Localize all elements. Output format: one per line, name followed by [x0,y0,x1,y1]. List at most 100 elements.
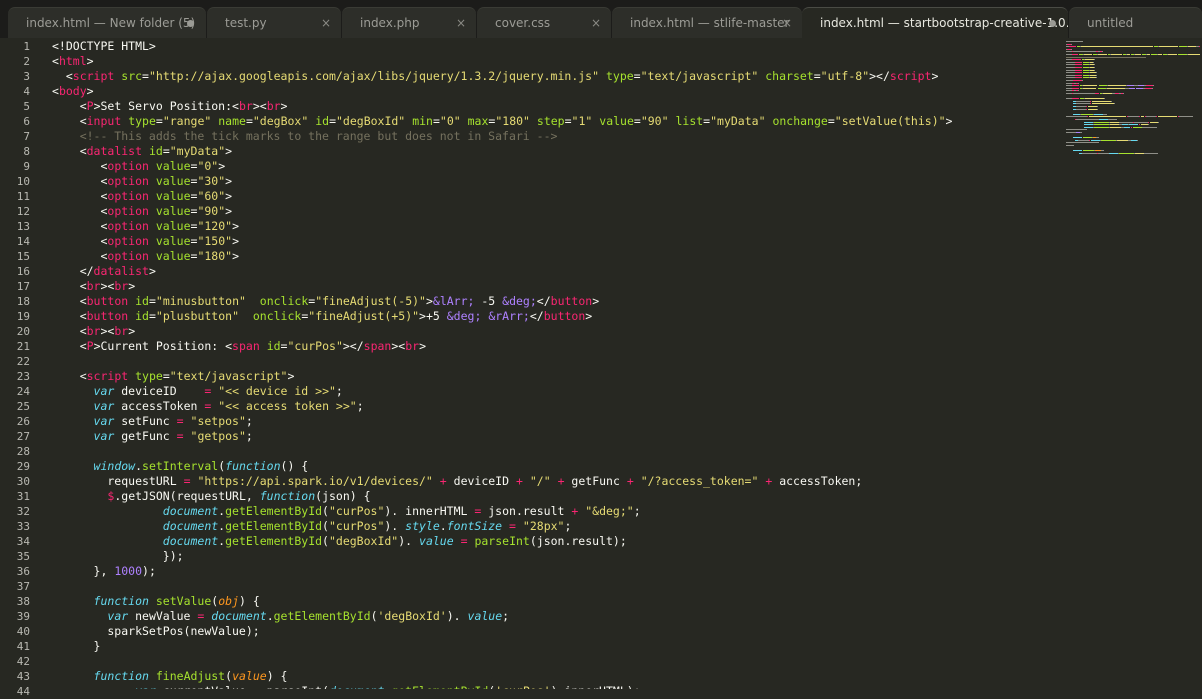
code-token: id [148,144,163,158]
minimap-mark [1110,121,1119,123]
line-number: 16 [16,265,30,278]
code-line[interactable]: <option value="60"> [52,189,232,204]
code-line[interactable]: var currentValue = parseInt(document.get… [52,684,641,689]
minimap-mark [1096,137,1099,139]
code-line[interactable]: <script src="http://ajax.googleapis.com/… [52,69,939,84]
code-token: "curPos" [328,504,385,518]
code-line[interactable]: function setValue(obj) { [52,594,260,609]
code-line[interactable]: var newValue = document.getElementById('… [52,609,509,624]
tab-label: test.py [225,16,267,30]
code-line[interactable]: var getFunc = "getpos"; [52,429,253,444]
tab-2[interactable]: test.py × [207,7,341,38]
tab-5[interactable]: index.html — stlife-master × [612,7,802,38]
minimap-mark [1146,85,1153,87]
code-line[interactable]: <datalist id="myData"> [52,144,232,159]
code-token: "90" [197,204,226,218]
code-line[interactable]: <br><br> [52,279,135,294]
code-line[interactable]: }); [52,549,184,564]
code-line[interactable]: var deviceID = "<< device id >>"; [52,384,343,399]
minimap-mark [1072,59,1081,61]
code-token: > [232,234,239,248]
code-line[interactable]: function fineAdjust(value) { [52,669,288,684]
code-token: = [253,684,260,689]
minimap-mark [1119,152,1134,154]
minimap-mark [1146,116,1156,118]
code-token: setValue [155,594,212,608]
code-line[interactable]: document.getElementById("curPos"). inner… [52,504,641,519]
code-line[interactable]: <body> [52,84,94,99]
minimap-mark [1124,126,1130,128]
code-line[interactable]: <html> [52,54,94,69]
minimap-mark [1117,139,1128,141]
code-line[interactable]: <P>Set Servo Position:<br><br> [52,99,288,114]
code-token: . [135,459,143,473]
tab-1[interactable]: index.html — New folder (5) [8,7,206,38]
minimap-mark [1066,77,1075,79]
code-line[interactable]: $.getJSON(requestURL, function(json) { [52,489,370,504]
tab-4[interactable]: cover.css × [477,7,611,38]
code-token: br [86,324,101,338]
minimap-mark [1144,152,1158,154]
minimap-mark [1086,108,1087,110]
code-line[interactable]: sparkSetPos(newValue); [52,624,260,639]
code-line[interactable]: <option value="120"> [52,219,239,234]
minimap-mark [1142,126,1157,128]
code-token: type [128,114,156,128]
unsaved-dot-icon[interactable] [187,20,194,27]
code-line[interactable]: <option value="90"> [52,204,232,219]
unsaved-dot-icon[interactable] [1049,20,1056,27]
code-line[interactable]: <option value="150"> [52,234,239,249]
close-icon[interactable]: × [456,8,466,38]
line-number: 7 [23,130,30,143]
code-line[interactable]: var setFunc = "setpos"; [52,414,253,429]
code-line[interactable]: var accessToken = "<< access token >>"; [52,399,364,414]
close-icon[interactable]: × [321,8,331,38]
code-line[interactable]: }, 1000); [52,564,156,579]
code-line[interactable]: document. getElementById("curPos"). style… [52,519,572,534]
code-token: "fineAdjust(-5)" [315,294,426,308]
code-line[interactable]: <button id="plusbutton" onclick="fineAdj… [52,309,593,324]
code-token: < [52,309,87,323]
code-line[interactable]: } [52,639,101,654]
code-line[interactable]: <option value="180"> [52,249,239,264]
minimap-mark [1097,106,1098,107]
code-line[interactable]: <br><br> [52,324,135,339]
code-line[interactable]: </datalist> [52,264,156,279]
code-token: onclick [252,309,302,323]
code-line[interactable]: <button id="minusbutton" onclick="fineAd… [52,294,599,309]
tab-7[interactable]: untitled [1069,7,1202,38]
code-line[interactable]: <!DOCTYPE HTML> [52,39,156,54]
minimap-mark [1066,61,1075,63]
tab-3[interactable]: index.php × [342,7,476,38]
tab-6[interactable]: index.html — startbootstrap-creative-1.0… [802,7,1068,38]
code-line[interactable]: document.getElementById("degBoxId"). val… [52,534,627,549]
code-line[interactable]: <option value="30"> [52,174,232,189]
minimap-mark [1101,139,1116,141]
code-token: = [162,369,170,383]
minimap-mark [1098,152,1109,154]
code-token: button [550,294,593,308]
code-line[interactable]: <!-- This adds the tick marks to the ran… [52,129,558,144]
code-line[interactable]: <script type="text/javascript"> [52,369,295,384]
minimap[interactable] [1064,38,1202,158]
close-icon[interactable]: × [782,8,792,38]
code-token: span [363,339,392,353]
line-number: 30 [16,475,30,488]
close-icon[interactable]: × [591,8,601,38]
code-line[interactable]: <P>Current Position: <span id="curPos"><… [52,339,426,354]
code-token: = [509,519,516,533]
code-line[interactable]: requestURL = "https://api.spark.io/v1/de… [52,474,862,489]
code-token: < [52,114,87,128]
code-token: document [162,519,219,533]
code-editor[interactable]: <!DOCTYPE HTML> <html> <script src="http:… [52,38,1062,689]
line-number: 38 [16,595,30,608]
code-token: document [162,504,219,518]
code-line[interactable]: <option value="0"> [52,159,225,174]
code-token: function [259,489,316,503]
code-token: sparkSetPos(newValue); [52,624,260,638]
code-line[interactable]: window.setInterval(function() { [52,459,309,474]
minimap-mark [1084,121,1093,123]
code-line[interactable]: <input type="range" name="degBox" id="de… [52,114,953,129]
